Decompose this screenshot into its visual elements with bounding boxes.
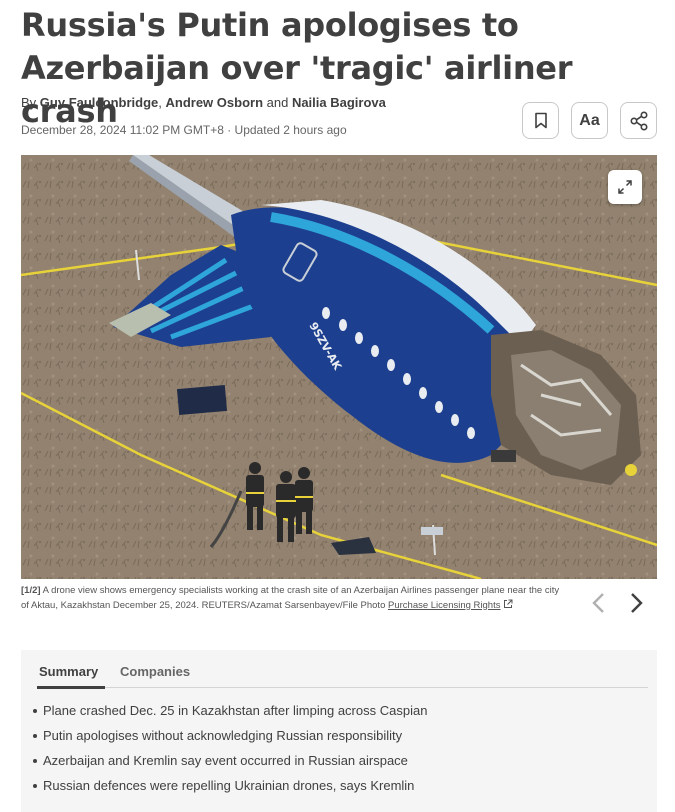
tab-companies-label: Companies [120,664,191,679]
crash-site-image: 9SZV-AK [21,155,657,579]
tab-companies[interactable]: Companies [120,664,190,679]
summary-panel: Summary Companies Plane crashed Dec. 25 … [21,650,657,812]
previous-photo-button[interactable] [586,590,610,616]
summary-item: Azerbaijan and Kremlin say event occurre… [33,752,427,777]
photo-counter: [1/2] [21,585,41,596]
tab-summary-label: Summary [39,664,99,679]
author-link[interactable]: Guy Faulconbridge [40,95,158,110]
byline: By Guy Faulconbridge, Andrew Osborn and … [21,95,386,110]
active-tab-indicator [37,686,106,689]
share-icon [629,110,648,131]
text-size-button[interactable]: Aa [571,102,608,139]
byline-prefix: By [21,95,40,110]
summary-item: Putin apologises without acknowledging R… [33,727,427,752]
summary-item: Plane crashed Dec. 25 in Kazakhstan afte… [33,702,427,727]
summary-tabs: Summary Companies [37,662,648,689]
summary-list: Plane crashed Dec. 25 in Kazakhstan afte… [33,702,427,802]
headline: Russia's Putin apologises to Azerbaijan … [21,6,573,130]
bookmark-icon [534,112,547,129]
article-photo[interactable]: 9SZV-AK [21,155,657,579]
chevron-left-icon [592,593,604,613]
chevron-right-icon [631,593,643,613]
summary-item: Russian defences were repelling Ukrainia… [33,777,427,802]
photo-caption: [1/2] A drone view shows emergency speci… [21,584,569,613]
expand-image-button[interactable] [608,170,642,204]
share-button[interactable] [620,102,657,139]
bookmark-button[interactable] [522,102,559,139]
expand-icon [618,180,632,194]
dateline: December 28, 2024 11:02 PM GMT+8 · Updat… [21,123,347,137]
external-link-icon [504,599,513,608]
tab-summary[interactable]: Summary [37,664,106,689]
author-link[interactable]: Nailia Bagirova [292,95,386,110]
author-link[interactable]: Andrew Osborn [166,95,264,110]
text-size-label: Aa [579,111,600,129]
byline-separator: and [263,95,292,110]
purchase-licensing-link[interactable]: Purchase Licensing Rights [388,600,500,611]
next-photo-button[interactable] [625,590,649,616]
byline-separator: , [158,95,166,110]
